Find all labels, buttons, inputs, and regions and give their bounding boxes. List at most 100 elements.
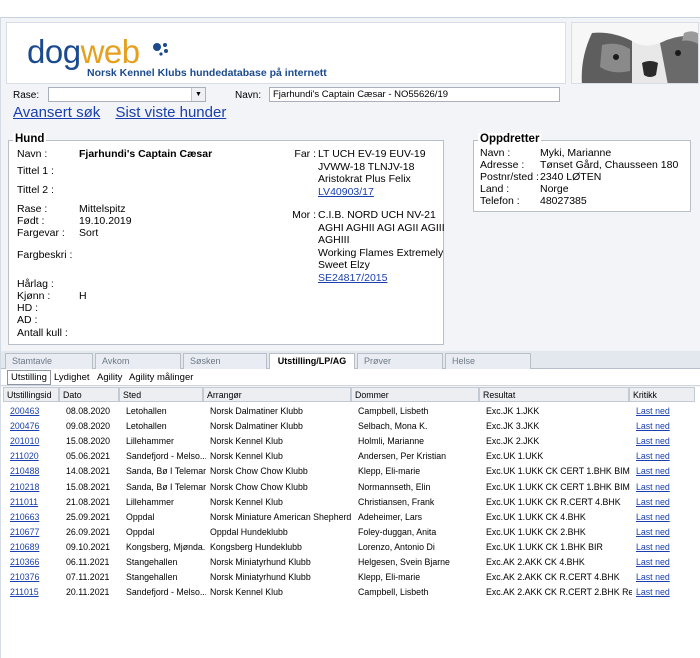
download-critique-link[interactable]: Last ned (636, 557, 694, 567)
table-cell: 06.11.2021 (66, 557, 110, 567)
download-critique-link[interactable]: Last ned (636, 587, 694, 597)
chevron-down-icon[interactable]: ▼ (191, 88, 205, 101)
show-id-link[interactable]: 210488 (10, 466, 62, 476)
download-critique-link[interactable]: Last ned (636, 451, 694, 461)
table-row[interactable]: 210663 25.09.2021 Oppdal Norsk Miniature Am… (1, 510, 700, 525)
download-critique-link[interactable]: Last ned (636, 421, 694, 431)
table-cell: Andersen, Per Kristian (358, 451, 447, 462)
show-id-link[interactable]: 211020 (10, 451, 62, 461)
table-cell: Oppdal (126, 526, 155, 537)
table-cell: Norsk Dalmatiner Klubb (210, 406, 303, 416)
breeder-panel-legend: Oppdretter (478, 133, 542, 145)
table-row[interactable]: 211011 21.08.2021 Lillehammer Norsk Kennel … (1, 495, 700, 510)
table-cell: Norsk Kennel Klub (210, 451, 283, 462)
subtab-utstilling[interactable]: Utstilling (7, 370, 51, 385)
table-row[interactable]: 210677 26.09.2021 Oppdal Oppdal Hundeklubb F… (1, 525, 700, 540)
breeder-field-label: Postnr/sted : (480, 171, 539, 183)
table-cell: Campbell, Lisbeth (358, 406, 429, 416)
table-cell: Exc.UK 1.UKK CK CERT 1.BHK BIM (486, 481, 630, 492)
table-cell: Norsk Kennel Klub (210, 436, 283, 447)
father-title-1: LT UCH EV-19 EUV-19 (318, 148, 426, 160)
download-critique-link[interactable]: Last ned (636, 542, 694, 552)
show-id-link[interactable]: 211011 (10, 497, 62, 507)
breed-select[interactable]: ▼ (48, 87, 206, 102)
show-id-link[interactable]: 200463 (10, 406, 62, 416)
table-cell: 08.08.2020 (66, 406, 111, 416)
father-reg-link[interactable]: LV40903/17 (318, 186, 450, 199)
subtab-agility[interactable]: Agility (94, 371, 125, 384)
download-critique-link[interactable]: Last ned (636, 512, 694, 522)
show-id-link[interactable]: 210677 (10, 527, 62, 537)
tab-avkom[interactable]: Avkom (95, 353, 181, 369)
show-id-link[interactable]: 200476 (10, 421, 62, 431)
show-id-link[interactable]: 210366 (10, 557, 62, 567)
column-header[interactable]: Arrangør (203, 387, 351, 402)
mother-title-2: AGHI AGHII AGI AGII AGIII (318, 221, 445, 234)
table-row[interactable]: 200463 08.08.2020 Letohallen Norsk Dalmatin… (1, 404, 700, 419)
tab-prover[interactable]: Prøver (357, 353, 443, 369)
mother-title-1: C.I.B. NORD UCH NV-21 (318, 209, 436, 221)
show-id-link[interactable]: 210663 (10, 512, 62, 522)
table-row[interactable]: 210689 09.10.2021 Kongsberg, Mjønda... Kong… (1, 540, 700, 555)
name-input[interactable] (269, 87, 560, 102)
logo-dog-text: dog (27, 33, 81, 70)
download-critique-link[interactable]: Last ned (636, 527, 694, 537)
dogweb-logo[interactable]: dogweb (27, 35, 140, 68)
download-critique-link[interactable]: Last ned (636, 572, 694, 582)
father-name: Aristokrat Plus Felix (318, 173, 411, 185)
column-header[interactable]: Sted (119, 387, 203, 402)
table-row[interactable]: 201010 15.08.2020 Lillehammer Norsk Kennel … (1, 434, 700, 449)
column-header[interactable]: Dommer (351, 387, 479, 402)
table-cell: Oppdal Hundeklubb (210, 526, 288, 537)
table-cell: 20.11.2021 (66, 587, 110, 598)
subtab-lydighet[interactable]: Lydighet (51, 371, 93, 384)
column-header[interactable]: Utstillingsid (3, 387, 59, 402)
table-row[interactable]: 210376 07.11.2021 Stangehallen Norsk Miniat… (1, 570, 700, 585)
show-id-link[interactable]: 211015 (10, 587, 62, 597)
recent-dogs-link[interactable]: Sist viste hunder (115, 104, 226, 121)
dog-photo (571, 22, 699, 84)
breeder-field-label: Navn : (480, 147, 511, 159)
dog-field-label: Tittel 2 : (17, 184, 54, 196)
show-id-link[interactable]: 210218 (10, 482, 62, 492)
table-row[interactable]: 211015 20.11.2021 Sandefjord - Melso... Nor… (1, 585, 700, 600)
table-row[interactable]: 210488 14.08.2021 Sanda, Bø I Telemark Nors… (1, 464, 700, 479)
show-id-link[interactable]: 210376 (10, 572, 62, 582)
table-row[interactable]: 211020 05.06.2021 Sandefjord - Melso... Nor… (1, 449, 700, 464)
breeder-field-value: 2340 LØTEN (540, 171, 602, 183)
subtab-agility-malinger[interactable]: Agility målinger (126, 371, 196, 384)
table-cell: Lorenzo, Antonio Di (358, 541, 435, 552)
download-critique-link[interactable]: Last ned (636, 406, 694, 416)
table-cell: 07.11.2021 (66, 572, 110, 583)
column-header[interactable]: Kritikk (629, 387, 695, 402)
show-id-link[interactable]: 201010 (10, 436, 62, 446)
download-critique-link[interactable]: Last ned (636, 482, 694, 492)
show-id-link[interactable]: 210689 (10, 542, 62, 552)
download-critique-link[interactable]: Last ned (636, 497, 694, 507)
tab-stamtavle[interactable]: Stamtavle (5, 353, 93, 369)
table-cell: 05.06.2021 (66, 451, 111, 462)
breeder-field-label: Land : (480, 183, 510, 195)
column-header[interactable]: Resultat (479, 387, 629, 402)
dog-field-value: Mittelspitz (79, 203, 126, 215)
tab-utstilling[interactable]: Utstilling/LP/AG (269, 353, 355, 370)
dog-panel-legend: Hund (13, 133, 47, 145)
table-cell: Helgesen, Svein Bjarne (358, 557, 450, 567)
download-critique-link[interactable]: Last ned (636, 436, 694, 446)
table-cell: Exc.UK 1.UKK CK CERT 1.BHK BIM (486, 466, 630, 477)
main-tabs: Stamtavle Avkom Søsken Utstilling/LP/AG … (1, 351, 700, 370)
download-critique-link[interactable]: Last ned (636, 466, 694, 476)
table-cell: Norsk Miniature American Shepherd ... (210, 511, 354, 522)
tab-sosken[interactable]: Søsken (183, 353, 267, 369)
table-cell: Oppdal (126, 511, 155, 522)
table-cell: Klepp, Eli-marie (358, 466, 421, 477)
mother-reg-link[interactable]: SE24817/2015 (318, 272, 450, 285)
table-cell: Norsk Miniatyrhund Klubb (210, 557, 311, 567)
tab-helse[interactable]: Helse (445, 353, 531, 369)
table-row[interactable]: 210366 06.11.2021 Stangehallen Norsk Miniat… (1, 555, 700, 570)
dog-face-icon (572, 23, 698, 83)
column-header[interactable]: Dato (59, 387, 119, 402)
table-row[interactable]: 200476 09.08.2020 Letohallen Norsk Dalmatin… (1, 419, 700, 434)
table-row[interactable]: 210218 15.08.2021 Sanda, Bø I Telemark Nors… (1, 480, 700, 495)
advanced-search-link[interactable]: Avansert søk (13, 104, 100, 121)
